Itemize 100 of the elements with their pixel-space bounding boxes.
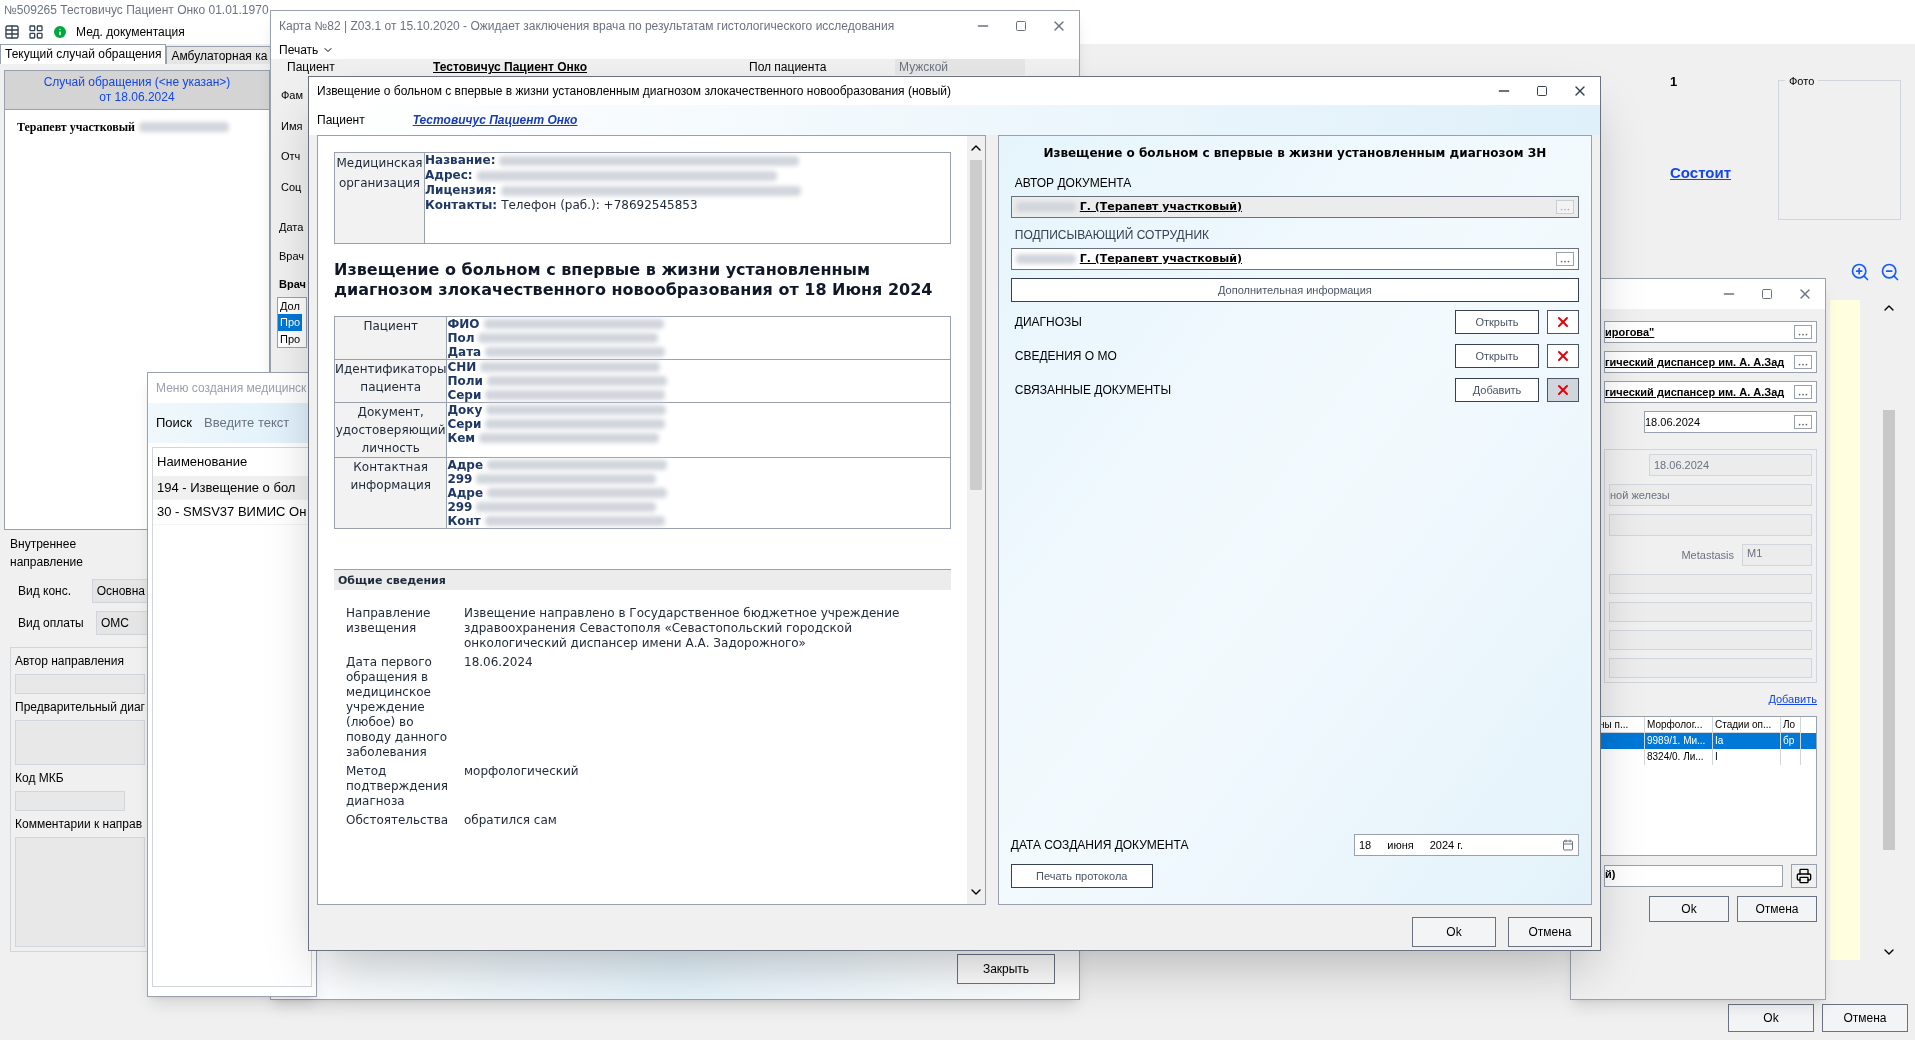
additional-info-button[interactable]: Дополнительная информация — [1010, 278, 1579, 302]
field-label: Дата — [279, 220, 304, 235]
section-label: ДИАГНОЗЫ — [1013, 314, 1083, 331]
maximize-icon[interactable] — [1015, 20, 1027, 32]
input-field[interactable] — [1609, 658, 1812, 678]
action-button[interactable]: Открыть — [1455, 310, 1539, 334]
field-label: Код МКБ — [15, 770, 65, 787]
ellipsis-icon[interactable] — [1794, 385, 1812, 399]
redacted-text — [1015, 202, 1076, 212]
delete-button[interactable] — [1547, 310, 1579, 334]
section-title: Общие сведения — [338, 574, 446, 587]
select-field[interactable]: Мужской — [895, 59, 1025, 75]
field-value: 18.06.2024 — [1645, 414, 1702, 430]
list-item[interactable]: Про — [278, 314, 302, 331]
calendar-icon[interactable] — [1562, 839, 1574, 851]
zoom-out-icon[interactable] — [1880, 262, 1900, 282]
print-menu[interactable]: Печать — [279, 41, 319, 59]
input-field[interactable] — [1609, 574, 1812, 594]
input-field[interactable] — [1609, 630, 1812, 650]
patient-field[interactable]: Тестовичус Пациент Онко — [433, 59, 733, 75]
delete-icon — [1555, 348, 1571, 364]
field-key: Кем — [447, 431, 476, 445]
field-value: гический диспансер им. А. А.Зад — [1605, 354, 1786, 370]
field-value[interactable]: й) — [1604, 864, 1783, 887]
maximize-icon[interactable] — [1761, 288, 1773, 300]
input-field[interactable] — [1609, 602, 1812, 622]
field-label: Комментарии к направ — [15, 816, 144, 833]
scrollbar[interactable] — [966, 136, 985, 904]
field-label: Пациент — [287, 59, 336, 75]
dialog-button[interactable]: Отмена — [1508, 917, 1592, 947]
row-value: обратился сам — [464, 812, 557, 828]
select-field[interactable]: ОМС — [96, 611, 150, 635]
action-button[interactable]: Добавить — [1455, 378, 1539, 402]
field-label: Metastasis — [1681, 547, 1734, 563]
print-button[interactable] — [1791, 863, 1817, 888]
field-value: ирогова" — [1605, 324, 1656, 340]
add-link[interactable]: Добавить — [1768, 691, 1817, 708]
input-field[interactable] — [15, 720, 145, 765]
field-key: Сери — [447, 388, 482, 402]
list-row[interactable]: 194 - Извещение о бол — [153, 475, 311, 500]
print-button[interactable]: Печать протокола — [1010, 864, 1153, 888]
input-field[interactable] — [15, 674, 145, 694]
select-field[interactable]: Основна — [91, 579, 150, 603]
case-header[interactable]: Случай обращения (<не указан>) от 18.06.2024 — [5, 71, 269, 110]
input-field[interactable] — [1609, 514, 1812, 536]
dialog-button[interactable]: Ok — [1728, 1004, 1814, 1032]
info-icon[interactable] — [52, 24, 68, 40]
grid-icon[interactable] — [28, 24, 44, 40]
input-field[interactable] — [15, 837, 145, 947]
row-value: морфологический — [464, 763, 579, 780]
tab[interactable]: Текущий случай обращения — [0, 44, 167, 64]
column-header[interactable]: Наименование — [153, 448, 311, 476]
list-item[interactable]: Дол — [278, 297, 302, 314]
window-title: Извещение о больном с впервые в жизни установленным диагнозом злокачественного новообразования (новый) — [316, 83, 951, 100]
field-label: Врач — [279, 248, 305, 264]
list-item[interactable]: Про — [278, 330, 302, 347]
tab[interactable]: Амбулаторная ка — [166, 46, 273, 64]
field-key: Конт — [447, 514, 481, 528]
row-label: Медицинская организация — [336, 156, 423, 190]
tree-item[interactable]: Терапевт участковый — [17, 118, 135, 136]
field-key: Название: — [425, 153, 496, 168]
table-cell: Ia — [1713, 732, 1781, 749]
redacted-text — [1015, 254, 1076, 264]
field-label: Фам — [281, 88, 304, 103]
row-label: Идентификаторы пациента — [335, 362, 447, 394]
dialog-button[interactable]: Ok — [1649, 895, 1729, 922]
person-field[interactable]: Г. (Терапевт участковый) — [1010, 248, 1579, 270]
maximize-icon[interactable] — [1536, 85, 1548, 97]
input-field[interactable] — [15, 791, 125, 811]
field-key: Лицензия: — [425, 183, 497, 198]
dialog-button[interactable]: Ok — [1412, 917, 1496, 947]
field-key: 299 — [447, 500, 473, 514]
close-button[interactable]: Закрыть — [957, 954, 1055, 984]
ellipsis-icon[interactable] — [1556, 252, 1574, 266]
metastasis-field[interactable]: M1 — [1742, 544, 1812, 566]
ellipsis-icon[interactable] — [1794, 325, 1812, 339]
window-title: Меню создания медицинск — [156, 380, 307, 397]
ellipsis-icon[interactable] — [1794, 415, 1812, 429]
delete-button[interactable] — [1547, 378, 1579, 402]
zoom-in-icon[interactable] — [1850, 262, 1870, 282]
column-header[interactable]: Морфолог... — [1645, 716, 1713, 733]
row-value: Извещение направлено в Государственное бюджетное учреждение здравоохранения Севастополя «Севастопольский городской онкологический диспансер имени А.А. Задорожного» — [464, 605, 901, 651]
search-field[interactable]: Введите текст — [204, 413, 295, 433]
toolbar-button[interactable]: Мед. документация — [76, 23, 185, 41]
row-label: Документ, удостоверяющий личность — [335, 405, 446, 455]
field-label: ПОДПИСЫВАЮЩИЙ СОТРУДНИК — [1013, 226, 1210, 244]
column-header[interactable]: Стадии оп... — [1713, 716, 1781, 733]
date-field[interactable]: 18 июня 2024 г. — [1354, 834, 1579, 856]
table-icon[interactable] — [4, 24, 20, 40]
dialog-button[interactable]: Отмена — [1737, 895, 1817, 922]
delete-button[interactable] — [1547, 344, 1579, 368]
patient-link[interactable]: Тестовичус Пациент Онко — [412, 111, 578, 129]
column-header[interactable]: Ло — [1781, 716, 1801, 733]
dialog-button[interactable]: Отмена — [1822, 1004, 1908, 1032]
count-text: 1 — [1670, 73, 1678, 91]
status-link[interactable]: Состоит — [1670, 162, 1732, 185]
ellipsis-icon[interactable] — [1794, 355, 1812, 369]
row-label: Обстоятельства — [346, 812, 450, 828]
section-label: СВЕДЕНИЯ О МО — [1013, 348, 1118, 365]
action-button[interactable]: Открыть — [1455, 344, 1539, 368]
